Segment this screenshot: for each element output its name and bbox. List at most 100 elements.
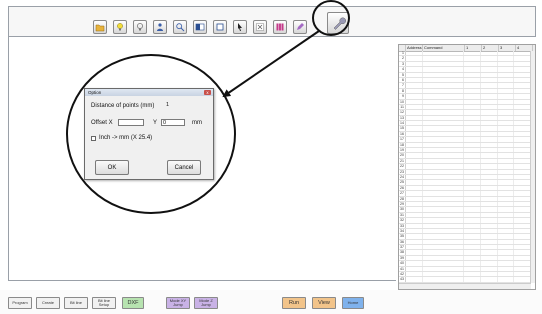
grid-cell[interactable]: [464, 239, 481, 245]
offset-x-field[interactable]: [118, 119, 144, 126]
grid-cell[interactable]: [406, 218, 423, 223]
grid-cell[interactable]: [406, 77, 423, 83]
grid-cell[interactable]: [498, 110, 515, 115]
run-button[interactable]: Run: [282, 297, 306, 309]
dxf-button[interactable]: DXF: [122, 297, 144, 309]
grid-cell[interactable]: [514, 196, 532, 201]
grid-cell[interactable]: [423, 174, 465, 180]
grid-cell[interactable]: [464, 228, 481, 234]
grid-cell[interactable]: [423, 239, 465, 245]
grid-cell[interactable]: [498, 255, 515, 261]
grid-cell[interactable]: [481, 77, 498, 83]
close-x-button[interactable]: [253, 20, 267, 34]
grid-cell[interactable]: [464, 61, 481, 67]
grid-cell[interactable]: [498, 266, 515, 272]
grid-cell[interactable]: [464, 51, 481, 56]
grid-cell[interactable]: [423, 261, 465, 266]
grid-cell[interactable]: [498, 180, 515, 185]
grid-cell[interactable]: [481, 158, 498, 164]
grid-cell[interactable]: [498, 277, 515, 282]
grid-cell[interactable]: [498, 201, 515, 207]
grid-cell[interactable]: [498, 94, 515, 99]
grid-cell[interactable]: [423, 228, 465, 234]
grid-cell[interactable]: [498, 131, 515, 137]
grid-cell[interactable]: [423, 83, 465, 88]
program-button[interactable]: Program: [8, 297, 32, 309]
grid-cell[interactable]: [481, 180, 498, 185]
grid-cell[interactable]: [423, 126, 465, 131]
grid-cell[interactable]: [464, 110, 481, 115]
grid-cell[interactable]: [498, 148, 515, 153]
grid-cell[interactable]: [406, 94, 423, 99]
grid-cell[interactable]: [406, 261, 423, 266]
grid-cell[interactable]: [498, 272, 515, 277]
grid-cell[interactable]: [481, 277, 498, 282]
grid-cell[interactable]: [406, 212, 423, 218]
grid-cell[interactable]: [423, 137, 465, 142]
grid-cell[interactable]: [498, 56, 515, 61]
grid-cell[interactable]: [481, 72, 498, 77]
grid-cell[interactable]: [481, 201, 498, 207]
grid-cell[interactable]: [406, 164, 423, 169]
grid-cell[interactable]: [464, 212, 481, 218]
grid-cell[interactable]: [514, 61, 532, 67]
grid-cell[interactable]: [514, 94, 532, 99]
grid-button[interactable]: [273, 20, 287, 34]
grid-cell[interactable]: [406, 153, 423, 158]
grid-cell[interactable]: [464, 223, 481, 228]
grid-cell[interactable]: [423, 51, 465, 56]
grid-cell[interactable]: [423, 104, 465, 110]
grid-cell[interactable]: [514, 277, 532, 282]
grid-cell[interactable]: [464, 218, 481, 223]
grid-cell[interactable]: [481, 104, 498, 110]
grid-cell[interactable]: [498, 261, 515, 266]
grid-cell[interactable]: [406, 272, 423, 277]
grid-cell[interactable]: [514, 245, 532, 250]
grid-cell[interactable]: [423, 115, 465, 121]
grid-cell[interactable]: [464, 153, 481, 158]
grid-cell[interactable]: [423, 234, 465, 239]
grid-cell[interactable]: [498, 250, 515, 255]
grid-cell[interactable]: [423, 207, 465, 212]
grid-cell[interactable]: [498, 121, 515, 126]
grid-cell[interactable]: [406, 115, 423, 121]
grid-cell[interactable]: [514, 185, 532, 191]
mode-xy-jump-button[interactable]: Mode XY Jump: [166, 297, 190, 309]
vertical-scrollbar[interactable]: [530, 51, 535, 283]
grid-cell[interactable]: [406, 191, 423, 196]
grid-cell[interactable]: [481, 196, 498, 201]
grid-cell[interactable]: [481, 239, 498, 245]
grid-cell[interactable]: [406, 223, 423, 228]
grid-cell[interactable]: [406, 56, 423, 61]
grid-cell[interactable]: [406, 104, 423, 110]
grid-cell[interactable]: [498, 196, 515, 201]
grid-cell[interactable]: [464, 169, 481, 174]
grid-cell[interactable]: [464, 121, 481, 126]
grid-cell[interactable]: [498, 169, 515, 174]
grid-cell[interactable]: [514, 142, 532, 148]
grid-cell[interactable]: [514, 223, 532, 228]
grid-cell[interactable]: [514, 72, 532, 77]
grid-cell[interactable]: [514, 191, 532, 196]
grid-cell[interactable]: [464, 196, 481, 201]
lightbulb-button[interactable]: [113, 20, 127, 34]
grid-cell[interactable]: [406, 131, 423, 137]
grid-cell[interactable]: [423, 218, 465, 223]
cancel-button[interactable]: Cancel: [167, 160, 201, 175]
table-row[interactable]: 43: [399, 277, 532, 283]
grid-cell[interactable]: [406, 266, 423, 272]
grid-cell[interactable]: [406, 99, 423, 104]
grid-cell[interactable]: [481, 148, 498, 153]
grid-cell[interactable]: [481, 223, 498, 228]
grid-cell[interactable]: [498, 207, 515, 212]
folder-button[interactable]: [93, 20, 107, 34]
grid-cell[interactable]: [481, 218, 498, 223]
grid-cell[interactable]: [481, 185, 498, 191]
grid-cell[interactable]: [406, 72, 423, 77]
grid-cell[interactable]: [514, 261, 532, 266]
grid-cell[interactable]: [423, 266, 465, 272]
grid-cell[interactable]: [481, 56, 498, 61]
grid-cell[interactable]: [498, 99, 515, 104]
grid-cell[interactable]: [464, 250, 481, 255]
grid-cell[interactable]: [481, 164, 498, 169]
